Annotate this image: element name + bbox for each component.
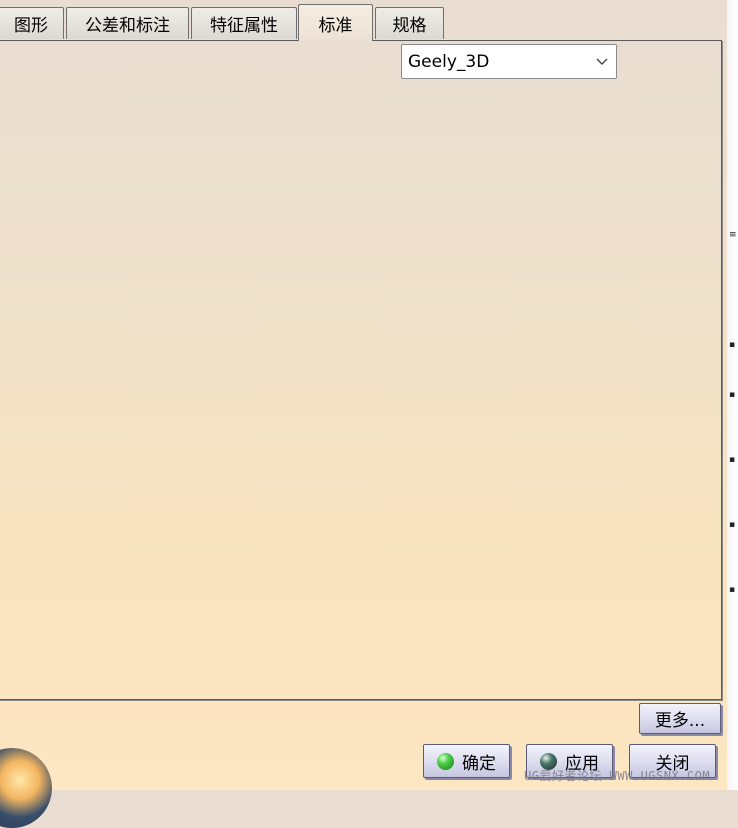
- tab-label: 特征属性: [210, 16, 278, 36]
- tab-bar: 图形 公差和标注 特征属性 标准 规格: [0, 4, 738, 41]
- app-logo: [0, 748, 52, 828]
- tab-graphics[interactable]: 图形: [0, 7, 64, 39]
- tab-label: 图形: [14, 16, 48, 36]
- background-window-edge: ≡ ▪ ▪ ▪ ▪ ▪: [727, 0, 738, 790]
- tab-label: 标准: [318, 15, 353, 36]
- standard-select[interactable]: Geely_3D: [401, 44, 617, 79]
- watermark-text: UG爱好者论坛 WWW.UGSNX.COM: [524, 769, 711, 783]
- tab-feature-properties[interactable]: 特征属性: [191, 7, 297, 39]
- tab-label: 公差和标注: [85, 16, 170, 36]
- more-button-label: 更多...: [654, 711, 706, 731]
- tab-specification[interactable]: 规格: [375, 7, 444, 39]
- standard-panel: [0, 40, 722, 700]
- tab-standard[interactable]: 标准: [298, 4, 373, 41]
- standard-select-value: Geely_3D: [408, 51, 490, 72]
- green-ball-icon: [437, 752, 454, 770]
- tab-label: 规格: [392, 16, 427, 36]
- ok-button-label: 确定: [462, 753, 496, 774]
- chevron-down-icon: [596, 58, 608, 65]
- tab-tolerance-annotation[interactable]: 公差和标注: [66, 7, 189, 39]
- more-button[interactable]: 更多...: [639, 703, 721, 734]
- ok-button[interactable]: 确定: [423, 744, 510, 778]
